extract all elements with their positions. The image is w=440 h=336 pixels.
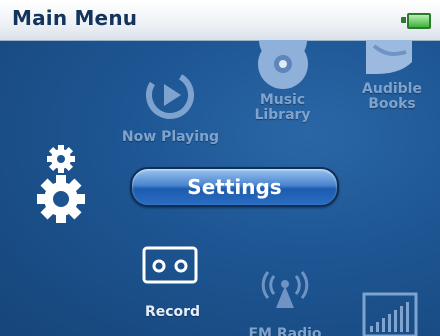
audible-books-label-line2: Books: [368, 96, 416, 112]
radio-tower-icon: [261, 271, 309, 308]
player-screen: Main Menu Now Playing Music Library Audi…: [0, 0, 440, 336]
equalizer-icon[interactable]: [362, 292, 418, 336]
menu-item-fm-radio[interactable]: FM Radio: [240, 266, 330, 336]
music-library-label-line2: Library: [254, 107, 311, 123]
record-label: Record: [144, 304, 201, 320]
menu-item-music-library[interactable]: Music Library: [245, 40, 320, 125]
fm-radio-label: FM Radio: [248, 326, 322, 336]
battery-icon: [407, 13, 431, 29]
battery-tip: [401, 17, 406, 23]
title-bar: Main Menu: [0, 0, 440, 41]
menu-item-now-playing[interactable]: Now Playing: [118, 70, 223, 152]
menu-item-record[interactable]: Record: [135, 246, 210, 321]
settings-button[interactable]: Settings: [130, 167, 339, 207]
gear-icon: [37, 145, 85, 223]
now-playing-label: Now Playing: [121, 129, 220, 145]
cassette-icon: [142, 246, 198, 284]
page-title: Main Menu: [12, 6, 138, 30]
menu-item-audible-books[interactable]: Audible Books: [352, 40, 432, 115]
disc-icon: [258, 40, 308, 89]
book-icon: [366, 40, 412, 74]
play-icon: [146, 71, 194, 119]
